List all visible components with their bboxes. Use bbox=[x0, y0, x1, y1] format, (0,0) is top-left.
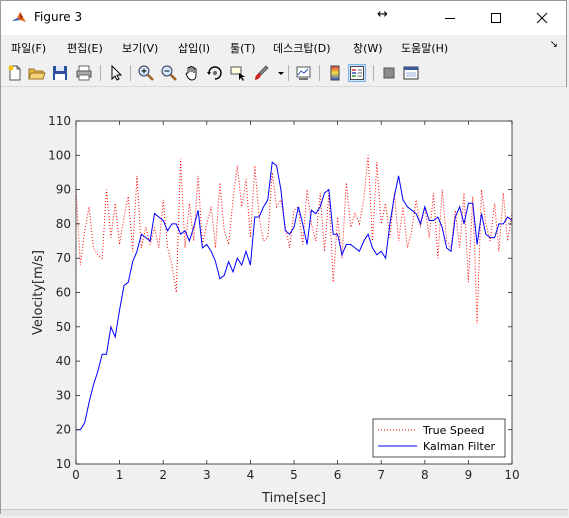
y-tick-label: 90 bbox=[56, 183, 71, 197]
resize-cursor-glyph: ↔ bbox=[377, 7, 388, 22]
open-file-icon[interactable] bbox=[28, 64, 46, 82]
pan-hand-icon[interactable] bbox=[183, 64, 201, 82]
x-tick-label: 9 bbox=[465, 468, 473, 482]
close-icon bbox=[536, 12, 548, 24]
menu-tools[interactable]: 툴(T) bbox=[230, 40, 255, 56]
data-cursor-icon[interactable] bbox=[229, 64, 247, 82]
print-icon[interactable] bbox=[75, 64, 93, 82]
y-tick-label: 60 bbox=[56, 286, 71, 300]
y-tick-label: 80 bbox=[56, 217, 71, 231]
y-tick-label: 20 bbox=[56, 423, 71, 437]
title-bar: Figure 3 ↔ bbox=[1, 1, 566, 35]
maximize-button[interactable] bbox=[473, 1, 519, 35]
rotate-3d-icon[interactable] bbox=[206, 64, 224, 82]
close-button[interactable] bbox=[519, 1, 565, 35]
y-tick-label: 30 bbox=[56, 388, 71, 402]
menu-dock-arrow-icon[interactable]: ↘ bbox=[550, 39, 558, 50]
x-tick-label: 3 bbox=[203, 468, 211, 482]
minimize-button[interactable] bbox=[427, 1, 473, 35]
y-tick-label: 10 bbox=[56, 457, 71, 471]
colorbar-icon[interactable] bbox=[326, 64, 344, 82]
maximize-icon bbox=[491, 13, 501, 23]
hide-plot-tools-icon[interactable] bbox=[380, 64, 398, 82]
menu-edit[interactable]: 편집(E) bbox=[67, 40, 103, 56]
save-icon[interactable] bbox=[51, 64, 69, 82]
matlab-icon bbox=[11, 10, 27, 26]
x-tick-label: 1 bbox=[116, 468, 124, 482]
legend-label-kalman-filter: Kalman Filter bbox=[423, 440, 495, 453]
y-tick-label: 50 bbox=[56, 320, 71, 334]
new-figure-icon[interactable] bbox=[6, 64, 24, 82]
x-tick-label: 6 bbox=[334, 468, 342, 482]
plot-background bbox=[76, 121, 512, 464]
y-tick-label: 40 bbox=[56, 354, 71, 368]
toolbar-separator bbox=[319, 65, 320, 81]
menu-bar: 파일(F) 편집(E) 보기(V) 삽입(I) 툴(T) 데스크탑(D) 창(W… bbox=[1, 35, 566, 59]
toolbar-separator bbox=[373, 65, 374, 81]
x-tick-label: 4 bbox=[247, 468, 255, 482]
x-tick-label: 8 bbox=[421, 468, 429, 482]
pointer-icon[interactable] bbox=[107, 64, 125, 82]
x-tick-label: 7 bbox=[377, 468, 385, 482]
menu-view[interactable]: 보기(V) bbox=[122, 40, 158, 56]
toolbar-separator bbox=[288, 65, 289, 81]
menu-window[interactable]: 창(W) bbox=[353, 40, 383, 56]
figure-window: Figure 3 ↔ 파일(F) 편집(E) 보기(V) 삽입(I) 툴(T) … bbox=[0, 0, 568, 516]
x-tick-label: 5 bbox=[290, 468, 298, 482]
figure-toolbar bbox=[1, 60, 566, 87]
y-tick-label: 70 bbox=[56, 251, 71, 265]
y-axis-label: Velocity[m/s] bbox=[31, 250, 46, 335]
show-plot-tools-icon[interactable] bbox=[402, 64, 420, 82]
toolbar-separator bbox=[100, 65, 101, 81]
brush-icon[interactable] bbox=[252, 64, 270, 82]
x-tick-label: 2 bbox=[159, 468, 167, 482]
window-title: Figure 3 bbox=[34, 10, 83, 24]
legend-label-true-speed: True Speed bbox=[422, 424, 484, 437]
figure-canvas: 0 1 2 3 4 5 6 7 8 9 10 10 20 30 40 50 60 70 80 90 100 110 Time… bbox=[1, 87, 568, 515]
line-chart[interactable]: 0 1 2 3 4 5 6 7 8 9 10 10 20 30 40 50 60 70 80 90 100 110 Time… bbox=[1, 87, 568, 515]
x-tick-label: 10 bbox=[504, 468, 519, 482]
x-axis-label: Time[sec] bbox=[261, 491, 326, 506]
legend-toggle-button[interactable] bbox=[348, 64, 366, 82]
y-tick-label: 110 bbox=[48, 114, 71, 128]
y-tick-label: 100 bbox=[48, 148, 71, 162]
menu-desktop[interactable]: 데스크탑(D) bbox=[273, 40, 331, 56]
zoom-in-icon[interactable] bbox=[137, 64, 155, 82]
link-plot-icon[interactable] bbox=[295, 64, 313, 82]
menu-help[interactable]: 도움말(H) bbox=[401, 40, 448, 56]
zoom-out-icon[interactable] bbox=[160, 64, 178, 82]
toolbar-separator bbox=[130, 65, 131, 81]
minimize-icon bbox=[445, 18, 455, 19]
menu-file[interactable]: 파일(F) bbox=[11, 40, 46, 56]
menu-insert[interactable]: 삽입(I) bbox=[178, 40, 210, 56]
legend-icon bbox=[350, 66, 364, 80]
x-tick-label: 0 bbox=[72, 468, 80, 482]
window-bottom-edge bbox=[1, 509, 568, 516]
